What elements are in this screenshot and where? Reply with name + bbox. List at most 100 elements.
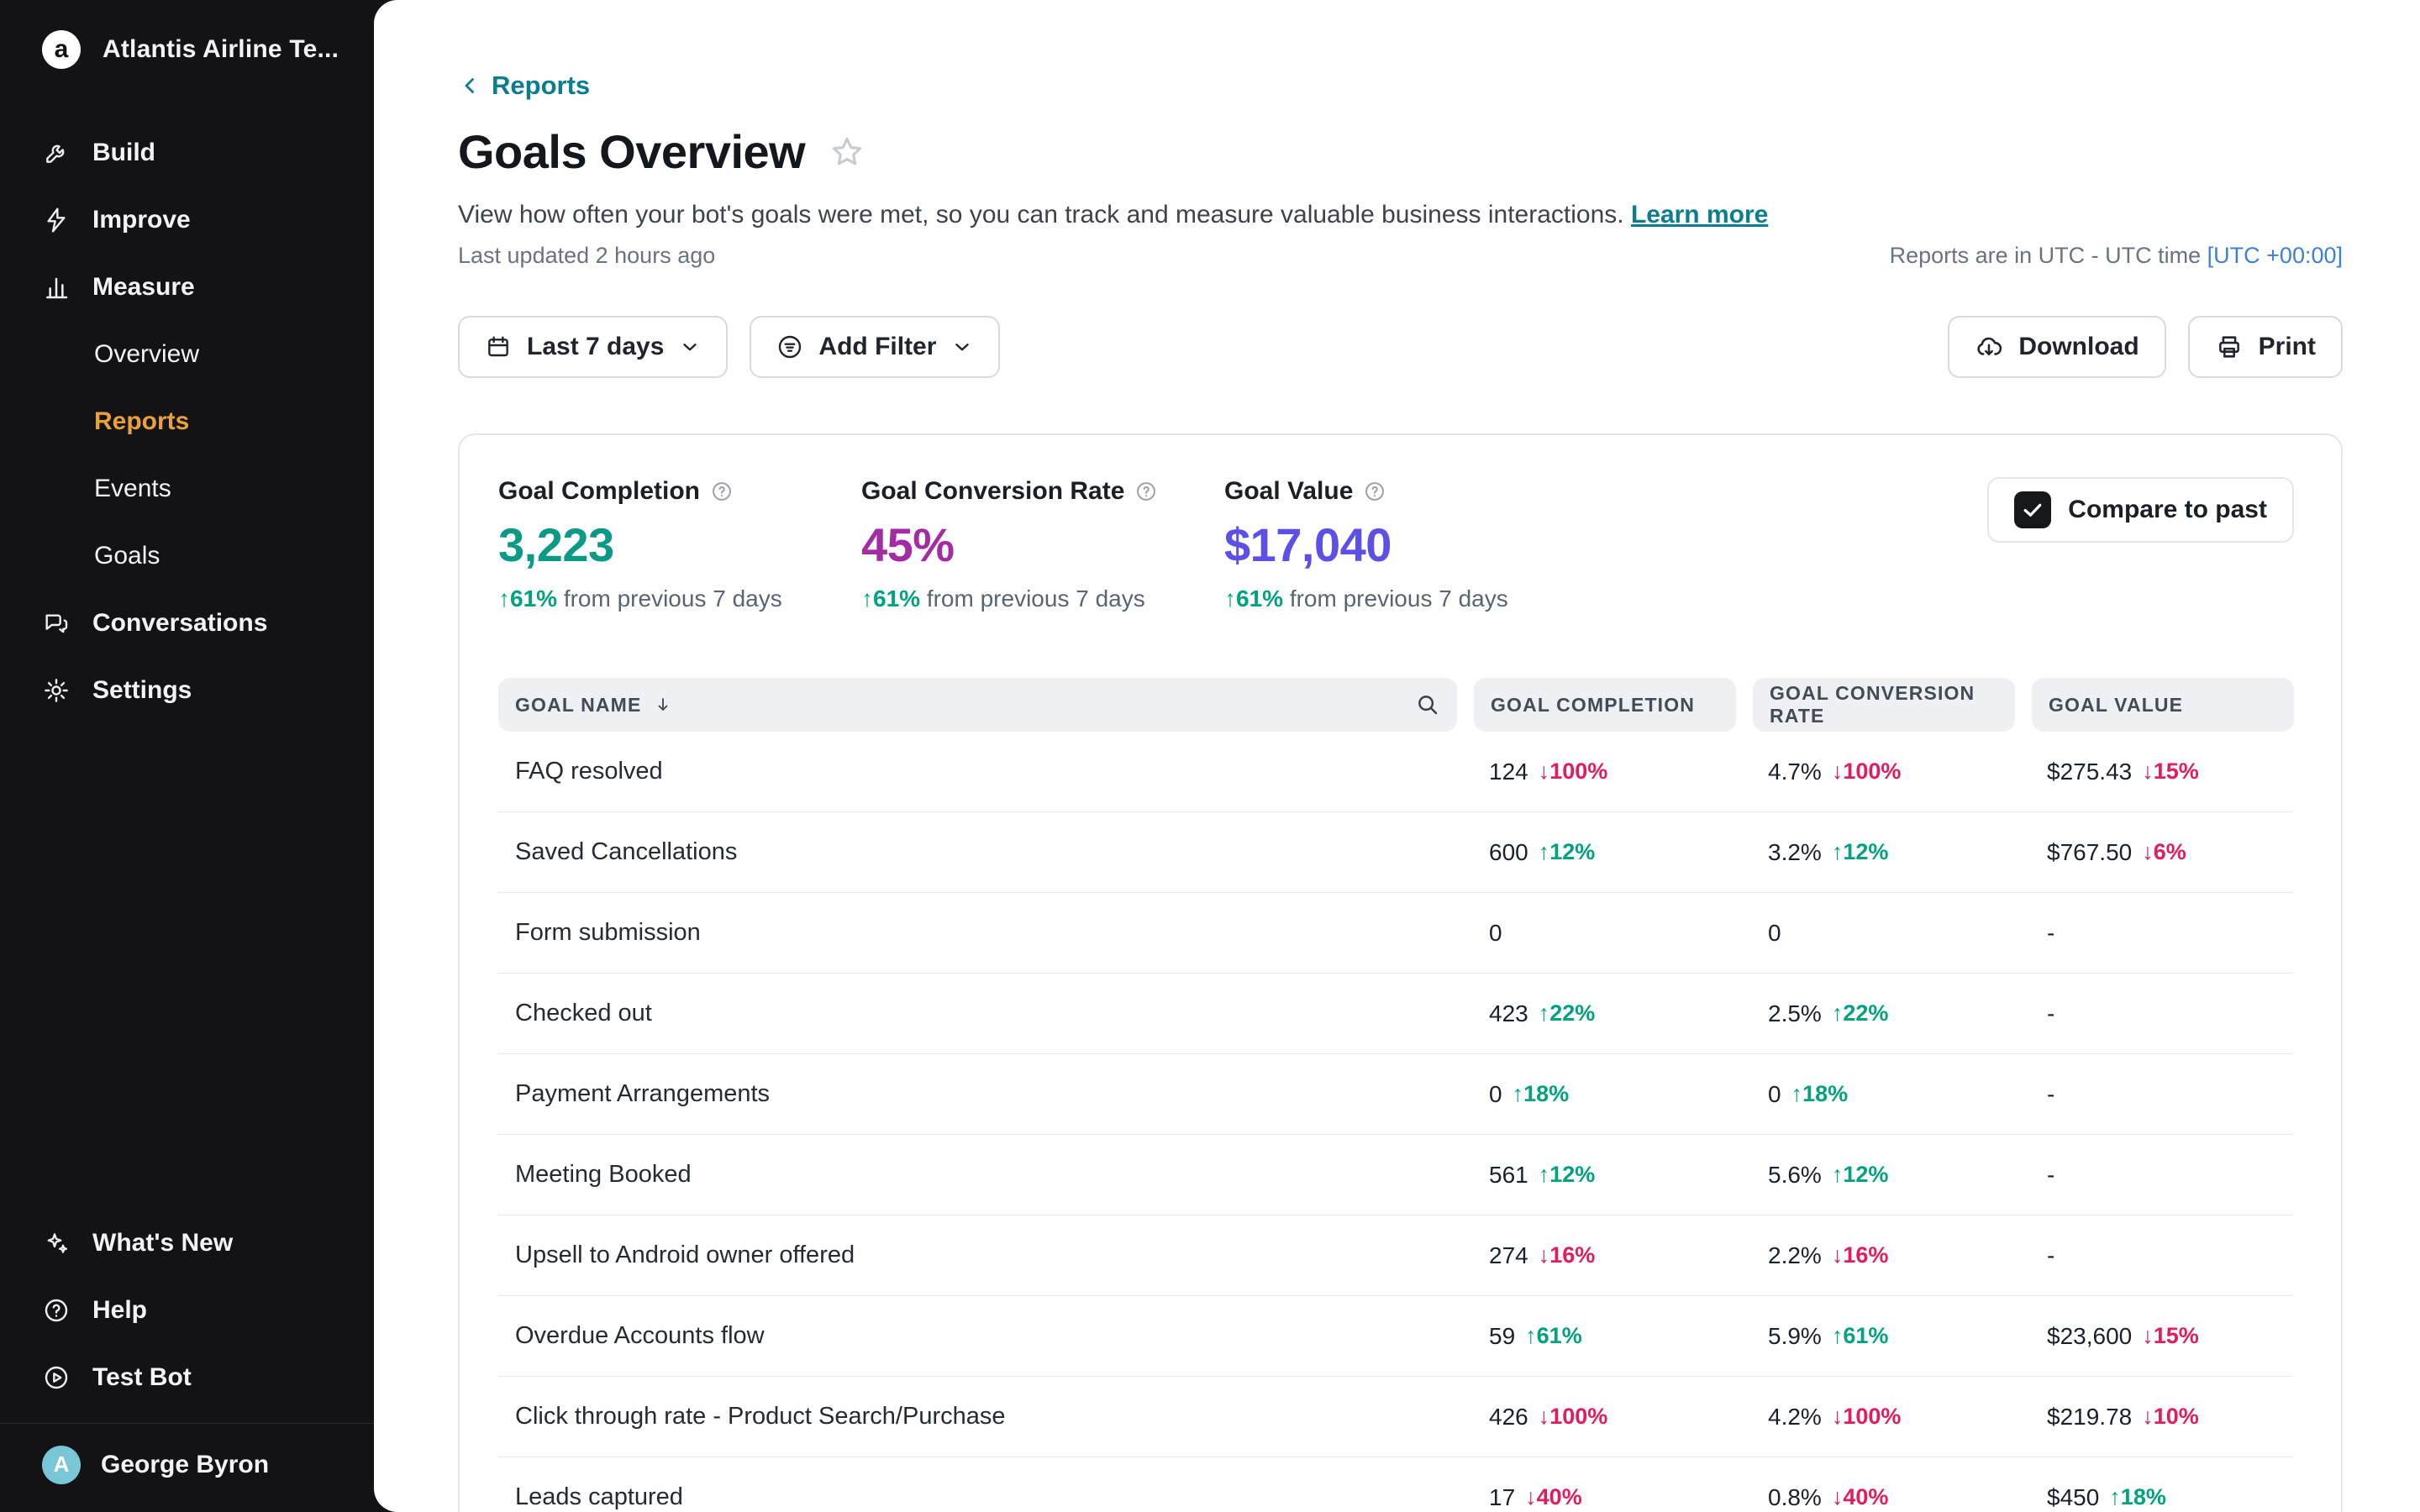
column-header-label: GOAL NAME [515, 694, 641, 717]
goal-conversion-change: ↑22% [1832, 1000, 1889, 1026]
sidebar-item-reports[interactable]: Reports [0, 388, 374, 455]
info-icon[interactable] [710, 480, 734, 503]
search-icon[interactable] [1415, 692, 1440, 717]
sidebar-item-build[interactable]: Build [0, 119, 374, 186]
goal-value-change: ↓10% [2142, 1404, 2199, 1430]
goal-conversion-value: 0.8% [1768, 1484, 1822, 1511]
sidebar-item-test-bot[interactable]: Test Bot [0, 1344, 374, 1411]
learn-more-link[interactable]: Learn more [1631, 201, 1768, 228]
sidebar-item-label: Overview [94, 340, 199, 369]
metric-change: ↑61% [498, 585, 557, 612]
timezone-text: Reports are in UTC - UTC time [1890, 243, 2202, 268]
print-label: Print [2259, 333, 2316, 361]
add-filter-dropdown[interactable]: Add Filter [750, 316, 1000, 378]
goal-completion-change: ↑12% [1539, 1162, 1596, 1188]
sidebar-item-label: What's New [92, 1229, 233, 1257]
goal-conversion-change: ↓100% [1832, 1404, 1902, 1430]
sidebar-footer: What's New Help Test Bot A George Byron [0, 1210, 374, 1512]
goal-value-value: - [2047, 920, 2054, 947]
user-menu[interactable]: A George Byron [0, 1423, 374, 1505]
table-row[interactable]: Form submission 0 0 - [498, 893, 2294, 974]
print-button[interactable]: Print [2188, 316, 2343, 378]
column-header-goal-completion[interactable]: GOAL COMPLETION [1474, 678, 1736, 732]
column-header-label: GOAL CONVERSION RATE [1770, 682, 1998, 727]
table-row[interactable]: FAQ resolved 124↓100% 4.7%↓100% $275.43↓… [498, 732, 2294, 812]
breadcrumb[interactable]: Reports [458, 71, 590, 101]
timezone-link[interactable]: [UTC +00:00] [2207, 243, 2343, 268]
table-row[interactable]: Click through rate - Product Search/Purc… [498, 1377, 2294, 1457]
sort-descending-icon [653, 695, 673, 715]
sidebar-item-whats-new[interactable]: What's New [0, 1210, 374, 1277]
goal-completion-value: 561 [1489, 1162, 1528, 1189]
checkbox-checked-icon[interactable] [2014, 491, 2051, 528]
goal-completion-change: ↓100% [1539, 1404, 1608, 1430]
goal-conversion-change: ↓40% [1832, 1484, 1889, 1510]
table-row[interactable]: Upsell to Android owner offered 274↓16% … [498, 1215, 2294, 1296]
goal-value-value: - [2047, 1081, 2054, 1108]
table-row[interactable]: Leads captured 17↓40% 0.8%↓40% $450↑18% [498, 1457, 2294, 1512]
goal-completion-value: 17 [1489, 1484, 1515, 1511]
table-row[interactable]: Meeting Booked 561↑12% 5.6%↑12% - [498, 1135, 2294, 1215]
goal-conversion-value: 2.5% [1768, 1000, 1822, 1027]
metric-goal-completion: Goal Completion 3,223 ↑61% from previous… [498, 477, 861, 612]
sidebar: a Atlantis Airline Te... Build Improve M… [0, 0, 374, 1512]
table-row[interactable]: Saved Cancellations 600↑12% 3.2%↑12% $76… [498, 812, 2294, 893]
goal-value-value: $767.50 [2047, 839, 2132, 866]
column-header-goal-name[interactable]: GOAL NAME [498, 678, 1457, 732]
download-button[interactable]: Download [1948, 316, 2165, 378]
goal-name: Meeting Booked [498, 1161, 1457, 1189]
metric-value: 3,223 [498, 517, 861, 572]
table-row[interactable]: Checked out 423↑22% 2.5%↑22% - [498, 974, 2294, 1054]
sidebar-item-settings[interactable]: Settings [0, 657, 374, 724]
sidebar-item-events[interactable]: Events [0, 455, 374, 522]
favorite-star-icon[interactable] [829, 134, 865, 171]
workspace-switcher[interactable]: a Atlantis Airline Te... [0, 0, 374, 91]
column-header-goal-conversion-rate[interactable]: GOAL CONVERSION RATE [1753, 678, 2015, 732]
sidebar-item-label: Help [92, 1296, 147, 1325]
sidebar-item-improve[interactable]: Improve [0, 186, 374, 254]
goal-value-change: ↓15% [2142, 1323, 2199, 1349]
sidebar-item-goals[interactable]: Goals [0, 522, 374, 590]
goal-completion-change: ↑18% [1512, 1081, 1570, 1107]
info-icon[interactable] [1134, 480, 1158, 503]
sidebar-item-help[interactable]: Help [0, 1277, 374, 1344]
goal-name: FAQ resolved [498, 758, 1457, 785]
sidebar-item-overview[interactable]: Overview [0, 321, 374, 388]
goal-conversion-value: 5.9% [1768, 1323, 1822, 1350]
goal-value-value: $23,600 [2047, 1323, 2132, 1350]
goal-conversion-value: 5.6% [1768, 1162, 1822, 1189]
goal-completion-value: 0 [1489, 1081, 1502, 1108]
download-icon [1975, 333, 2003, 361]
metric-change-suffix: from previous 7 days [564, 585, 782, 612]
date-range-dropdown[interactable]: Last 7 days [458, 316, 728, 378]
gear-icon [42, 676, 71, 705]
goal-conversion-change: ↑12% [1832, 839, 1889, 865]
metric-change: ↑61% [861, 585, 920, 612]
goals-report-card: Goal Completion 3,223 ↑61% from previous… [458, 433, 2343, 1512]
sidebar-nav: Build Improve Measure Overview Reports E… [0, 119, 374, 724]
add-filter-label: Add Filter [818, 333, 936, 361]
goal-name: Form submission [498, 919, 1457, 947]
improve-icon [42, 206, 71, 234]
column-header-goal-value[interactable]: GOAL VALUE [2032, 678, 2294, 732]
goal-name: Leads captured [498, 1483, 1457, 1511]
sidebar-item-measure[interactable]: Measure [0, 254, 374, 321]
goal-completion-value: 423 [1489, 1000, 1528, 1027]
table-row[interactable]: Overdue Accounts flow 59↑61% 5.9%↑61% $2… [498, 1296, 2294, 1377]
goal-conversion-value: 0 [1768, 1081, 1781, 1108]
goals-table: GOAL NAME GOAL COMPLETION GOAL CONVERSIO… [498, 678, 2294, 1512]
goal-value-value: - [2047, 1000, 2054, 1027]
compare-label: Compare to past [2068, 496, 2267, 524]
sidebar-item-conversations[interactable]: Conversations [0, 590, 374, 657]
info-icon[interactable] [1363, 480, 1386, 503]
sidebar-item-label: Build [92, 139, 155, 167]
workspace-name: Atlantis Airline Te... [103, 35, 339, 64]
metric-value: $17,040 [1224, 517, 1587, 572]
metric-change: ↑61% [1224, 585, 1283, 612]
goal-value-value: $450 [2047, 1484, 2099, 1511]
table-row[interactable]: Payment Arrangements 0↑18% 0↑18% - [498, 1054, 2294, 1135]
conversations-icon [42, 609, 71, 638]
toolbar: Last 7 days Add Filter Download [458, 316, 2343, 378]
compare-to-past-toggle[interactable]: Compare to past [1987, 477, 2294, 543]
goal-conversion-value: 4.2% [1768, 1404, 1822, 1431]
